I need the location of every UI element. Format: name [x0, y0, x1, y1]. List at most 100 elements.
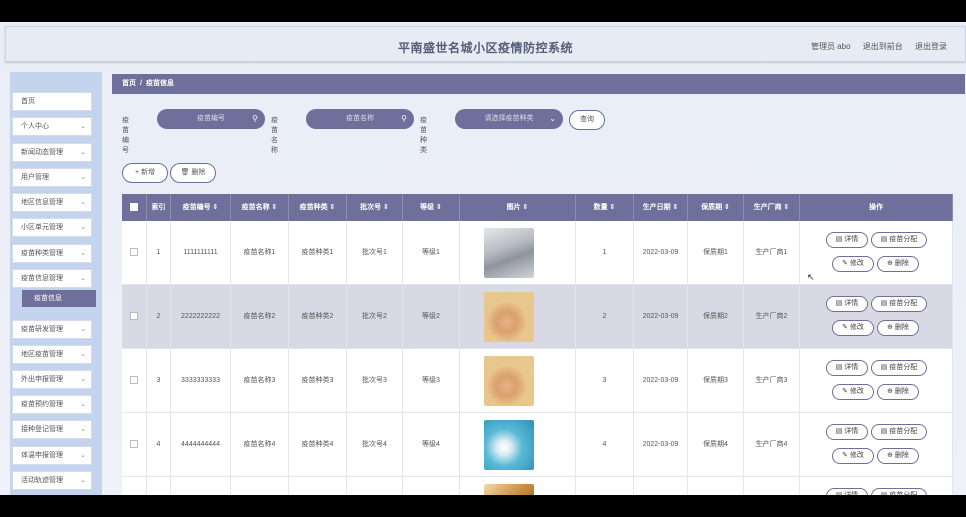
select-all-checkbox[interactable]: [122, 194, 147, 221]
query-button[interactable]: 查询: [569, 110, 605, 130]
sidebar-item-label: 接种登记管理: [21, 426, 63, 433]
sidebar-item-label: 疫苗预约管理: [21, 401, 63, 408]
table-row[interactable]: 3 3333333333 疫苗名称3 疫苗种类3 批次号3 等级3 3 2022-03-09 保…: [122, 349, 953, 413]
sidebar-item[interactable]: 首页: [12, 92, 92, 111]
batch-cell: 批次号2: [347, 285, 403, 349]
assign-button[interactable]: ▤ 疫苗分配: [871, 488, 927, 495]
sidebar-item[interactable]: 活动轨迹管理 ⌄: [12, 471, 92, 490]
column-header[interactable]: 疫苗种类 ⇕: [289, 194, 347, 221]
column-header[interactable]: 批次号 ⇕: [347, 194, 403, 221]
table-row[interactable]: 1 1111111111 疫苗名称1 疫苗种类1 批次号1 等级1 1 2022-03-09 保…: [122, 221, 953, 285]
batch-cell: 批次号4: [347, 413, 403, 477]
edit-button-label: 修改: [849, 452, 864, 459]
detail-button-label: 详情: [844, 364, 859, 371]
pencil-icon: ✎: [842, 388, 850, 395]
row-checkbox[interactable]: [122, 285, 147, 349]
document-icon: ▤: [880, 300, 890, 307]
add-button[interactable]: + 新增: [122, 163, 168, 183]
batch-delete-button[interactable]: 🗑 删除: [170, 163, 216, 183]
edit-button[interactable]: ✎ 修改: [832, 448, 874, 464]
sidebar-item[interactable]: 疫苗预约管理 ⌄: [12, 395, 92, 414]
detail-button[interactable]: ▤ 详情: [826, 424, 868, 440]
qty-cell: 4: [576, 413, 634, 477]
row-checkbox[interactable]: [122, 349, 147, 413]
table-row[interactable]: 55555555555疫苗名称5疫苗种类5批次号5等级552022-03-09保…: [122, 477, 953, 495]
sidebar-item[interactable]: 地区信息管理 ⌄: [12, 193, 92, 212]
edit-button[interactable]: ✎ 修改: [832, 256, 874, 272]
type-cell: 疫苗种类5: [289, 477, 347, 495]
sidebar-item[interactable]: 新闻动态管理 ⌄: [12, 143, 92, 162]
vaccine-image: [484, 356, 534, 406]
delete-button[interactable]: ⊕ 删除: [877, 384, 919, 400]
detail-button[interactable]: ▤ 详情: [826, 360, 868, 376]
code-search-input[interactable]: 疫苗编号 ⚲: [157, 109, 265, 129]
date-cell: 2022-03-09: [634, 349, 688, 413]
delete-button[interactable]: ⊕ 删除: [877, 320, 919, 336]
table-row[interactable]: 4 4444444444 疫苗名称4 疫苗种类4 批次号4 等级4 4 2022-03-09 保…: [122, 413, 953, 477]
edit-button[interactable]: ✎ 修改: [832, 384, 874, 400]
sidebar-item[interactable]: 疫苗种类管理 ⌄: [12, 244, 92, 263]
detail-button[interactable]: ▤ 详情: [826, 232, 868, 248]
actions-cell: ▤ 详情▤ 疫苗分配✎ 修改⊕ 删除: [800, 285, 953, 349]
shelf-cell: 保质期2: [688, 285, 744, 349]
vaccine-image: [484, 420, 534, 470]
chevron-down-icon: ⌄: [549, 114, 556, 123]
sidebar-item[interactable]: 小区单元管理 ⌄: [12, 218, 92, 237]
assign-button[interactable]: ▤ 疫苗分配: [871, 360, 927, 376]
breadcrumb: 首页 / 疫苗信息: [112, 74, 965, 94]
detail-button[interactable]: ▤ 详情: [826, 488, 868, 495]
column-header[interactable]: 数量 ⇕: [576, 194, 634, 221]
delete-button[interactable]: ⊕ 删除: [877, 448, 919, 464]
assign-button-label: 疫苗分配: [889, 428, 918, 435]
sidebar-item-label: 地区疫苗管理: [21, 351, 63, 358]
document-icon: ▤: [880, 236, 890, 243]
back-to-front-link[interactable]: 退出到前台: [863, 42, 903, 51]
logout-link[interactable]: 退出登录: [915, 42, 947, 51]
column-header[interactable]: 生产厂商 ⇕: [744, 194, 800, 221]
column-header[interactable]: 生产日期 ⇕: [634, 194, 688, 221]
assign-button[interactable]: ▤ 疫苗分配: [871, 232, 927, 248]
sidebar-item[interactable]: 接种登记管理 ⌄: [12, 420, 92, 439]
search-icon: ⚲: [401, 114, 407, 123]
vaccine-image: [484, 292, 534, 342]
column-header[interactable]: 等级 ⇕: [403, 194, 460, 221]
name-cell: 疫苗名称1: [231, 221, 289, 285]
column-header[interactable]: 疫苗名称 ⇕: [231, 194, 289, 221]
sidebar-item-label: 体温申报管理: [21, 452, 63, 459]
type-cell: 疫苗种类2: [289, 285, 347, 349]
sidebar-item[interactable]: 疫苗信息管理 ⌄: [12, 269, 92, 288]
detail-button[interactable]: ▤ 详情: [826, 296, 868, 312]
batch-cell: 批次号1: [347, 221, 403, 285]
breadcrumb-home[interactable]: 首页: [122, 80, 136, 87]
detail-button-label: 详情: [844, 300, 859, 307]
type-select[interactable]: 请选择疫苗种类 ⌄: [455, 109, 563, 129]
edit-button-label: 修改: [849, 260, 864, 267]
edit-button[interactable]: ✎ 修改: [832, 320, 874, 336]
document-icon: ▤: [835, 236, 845, 243]
row-checkbox[interactable]: [122, 477, 147, 495]
document-icon: ▤: [880, 428, 890, 435]
delete-button[interactable]: ⊕ 删除: [877, 256, 919, 272]
sidebar-item[interactable]: 地区疫苗管理 ⌄: [12, 345, 92, 364]
trash-icon: 🗑: [180, 169, 190, 176]
sidebar-item[interactable]: 疫苗研发管理 ⌄: [12, 320, 92, 339]
chevron-down-icon: ⌄: [80, 401, 86, 408]
name-search-input[interactable]: 疫苗名称 ⚲: [306, 109, 414, 129]
row-checkbox[interactable]: [122, 413, 147, 477]
idx-cell: 3: [147, 349, 171, 413]
column-header[interactable]: 保质期 ⇕: [688, 194, 744, 221]
column-header[interactable]: 图片 ⇕: [460, 194, 576, 221]
column-header[interactable]: 疫苗编号 ⇕: [171, 194, 231, 221]
sidebar-item-label: 疫苗信息管理: [21, 275, 63, 282]
assign-button[interactable]: ▤ 疫苗分配: [871, 424, 927, 440]
table-row[interactable]: 2 2222222222 疫苗名称2 疫苗种类2 批次号2 等级2 2 2022-03-09 保…: [122, 285, 953, 349]
sidebar-item[interactable]: 体温申报管理 ⌄: [12, 446, 92, 465]
sidebar-item[interactable]: 外出申报管理 ⌄: [12, 370, 92, 389]
sidebar-item[interactable]: 个人中心 ⌄: [12, 117, 92, 136]
sidebar-subitem-active[interactable]: 疫苗信息: [22, 290, 96, 307]
row-checkbox[interactable]: [122, 221, 147, 285]
assign-button[interactable]: ▤ 疫苗分配: [871, 296, 927, 312]
image-cell: [460, 477, 576, 495]
name-cell: 疫苗名称4: [231, 413, 289, 477]
sidebar-item[interactable]: 用户管理 ⌄: [12, 168, 92, 187]
